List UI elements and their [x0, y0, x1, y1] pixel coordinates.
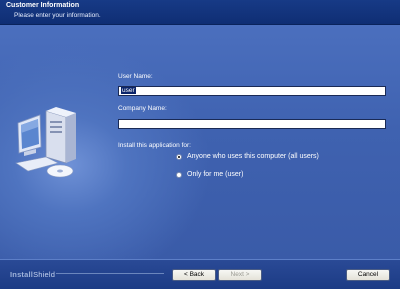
brand-bold: Install — [10, 270, 34, 279]
dialog-header: Customer Information Please enter your i… — [0, 0, 400, 25]
user-name-label: User Name: — [118, 73, 153, 80]
company-name-label: Company Name: — [118, 105, 167, 112]
back-button[interactable]: < Back — [172, 269, 216, 281]
radio-all-users-label: Anyone who uses this computer (all users… — [187, 153, 319, 160]
radio-all-users[interactable]: Anyone who uses this computer (all users… — [176, 153, 319, 160]
cancel-button[interactable]: Cancel — [346, 269, 390, 281]
brand-light: Shield — [33, 270, 56, 279]
footer-divider — [56, 273, 164, 274]
install-for-label: Install this application for: — [118, 142, 191, 149]
next-button[interactable]: Next > — [218, 269, 262, 281]
user-name-input[interactable]: user — [118, 86, 386, 96]
radio-only-me-button[interactable] — [176, 171, 182, 178]
radio-only-me[interactable]: Only for me (user) — [176, 171, 243, 178]
dialog-subtitle: Please enter your information. — [14, 12, 101, 19]
radio-all-users-button[interactable] — [176, 153, 182, 160]
dialog-title: Customer Information — [6, 2, 80, 9]
company-name-input[interactable] — [118, 119, 386, 129]
computer-icon — [15, 107, 76, 178]
radio-only-me-label: Only for me (user) — [187, 171, 244, 178]
installshield-logo: InstallShield — [10, 270, 55, 279]
dialog-content: User Name: user Company Name: Install th… — [0, 25, 400, 259]
user-name-value: user — [121, 87, 136, 94]
